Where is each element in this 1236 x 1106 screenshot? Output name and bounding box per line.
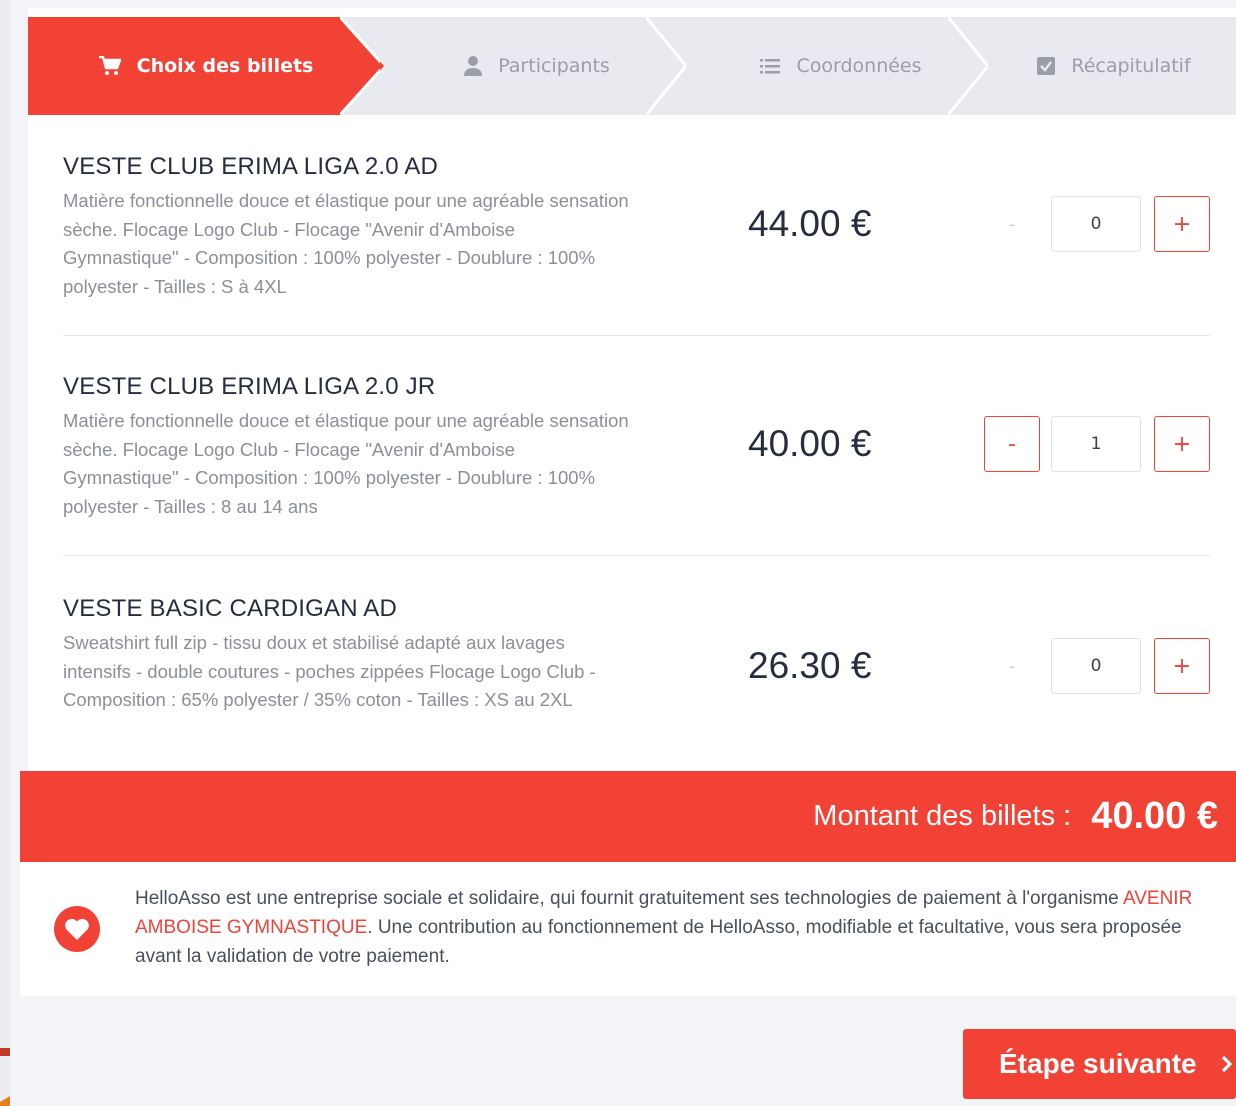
total-amount: 40.00 € [1091,795,1218,837]
product-title: VESTE CLUB ERIMA LIGA 2.0 JR [63,373,436,400]
step-separator [948,17,988,115]
check-square-icon [1037,57,1056,75]
info-text-start: HelloAsso est une entreprise sociale et … [135,888,1123,909]
list-icon [760,58,781,74]
product-row: VESTE CLUB ERIMA LIGA 2.0 JR Matière fon… [63,373,1210,521]
total-bar: Montant des billets : 40.00 € [20,771,1236,862]
increment-button[interactable]: + [1154,196,1210,252]
product-description: Matière fonctionnelle douce et élastique… [63,410,629,517]
decrement-button[interactable]: - [984,196,1040,252]
decrement-button[interactable]: - [984,638,1040,694]
step-coordonnees[interactable]: Coordonnées [690,17,992,115]
divider [63,335,1210,336]
product-description: Sweatshirt full zip - tissu doux et stab… [63,632,596,710]
step-label: Choix des billets [136,55,314,77]
product-price: 26.30 € [748,645,872,686]
divider [63,555,1210,556]
increment-button[interactable]: + [1154,638,1210,694]
step-participants[interactable]: Participants [384,17,690,115]
increment-button[interactable]: + [1154,416,1210,472]
product-title: VESTE BASIC CARDIGAN AD [63,595,398,622]
step-label: Participants [498,55,610,77]
user-icon [464,56,483,76]
product-row: VESTE CLUB ERIMA LIGA 2.0 AD Matière fon… [63,153,1210,301]
quantity-input[interactable]: 0 [1051,638,1141,694]
step-choix-des-billets[interactable]: Choix des billets [28,17,384,115]
edge-decoration [0,1048,10,1106]
checkout-stepper: Choix des billets Participants Coordonné… [28,17,1236,115]
product-description: Matière fonctionnelle douce et élastique… [63,190,629,297]
step-separator [646,17,686,115]
heart-icon [54,906,100,952]
helloasso-info-text: HelloAsso est une entreprise sociale et … [135,884,1195,971]
quantity-input[interactable]: 0 [1051,196,1141,252]
product-price: 44.00 € [748,203,872,244]
product-row: VESTE BASIC CARDIGAN AD Sweatshirt full … [63,595,1210,715]
product-price: 40.00 € [748,423,872,464]
next-step-button[interactable]: Étape suivante [963,1029,1236,1099]
product-title: VESTE CLUB ERIMA LIGA 2.0 AD [63,153,439,180]
chevron-right-icon [1221,1055,1233,1073]
step-separator [340,17,380,115]
next-step-label: Étape suivante [999,1048,1197,1079]
step-label: Coordonnées [796,55,922,77]
step-recapitulatif[interactable]: Récapitulatif [992,17,1236,115]
cart-icon [98,56,121,76]
step-label: Récapitulatif [1071,55,1191,77]
decrement-button[interactable]: - [984,416,1040,472]
quantity-input[interactable]: 1 [1051,416,1141,472]
total-label: Montant des billets : [813,800,1072,832]
